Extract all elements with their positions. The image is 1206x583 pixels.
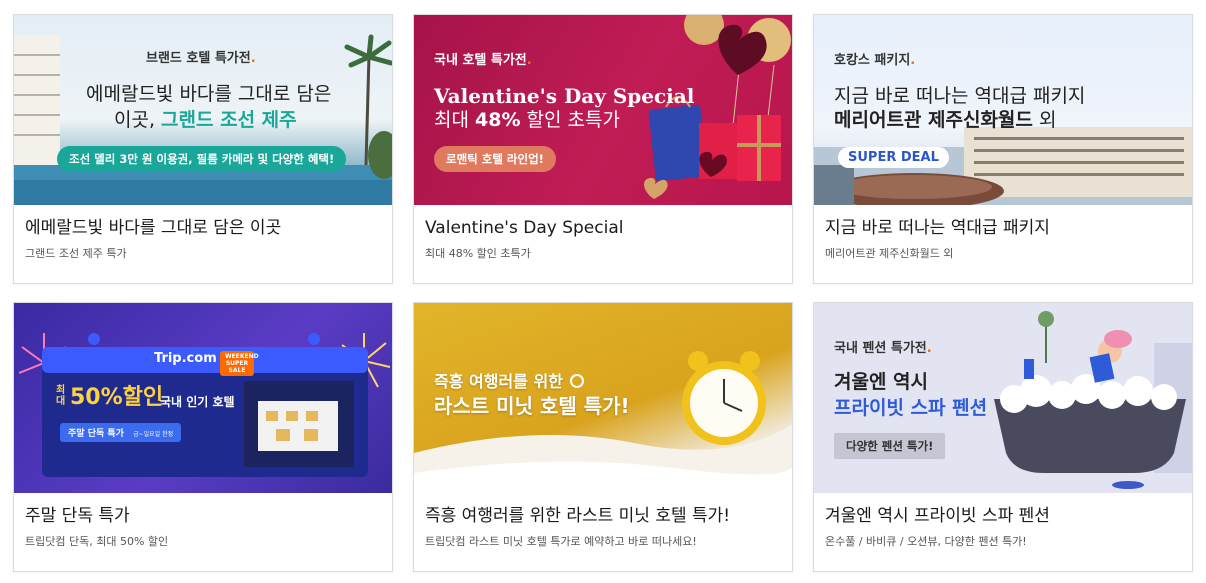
promo-grid: 브랜드 호텔 특가전. 에메랄드빛 바다를 그대로 담은 이곳, 그랜드 조선 … (13, 14, 1193, 574)
banner-pill: 다양한 펜션 특가! (834, 433, 946, 459)
promo-banner[interactable]: 즉흥 여행러를 위한 라스트 미닛 호텔 특가! (414, 303, 792, 493)
banner-headline: 즉흥 여행러를 위한 (434, 372, 563, 391)
banner-pill: 로맨틱 호텔 라인업! (434, 146, 556, 172)
card-title[interactable]: 겨울엔 역시 프라이빗 스파 펜션 (825, 505, 1181, 527)
promo-card-marriott[interactable]: 호캉스 패키지. 지금 바로 떠나는 역대급 패키지 메리어트관 제주신화월드 … (813, 14, 1193, 284)
super-deal-badge: SUPER DEAL (838, 147, 949, 168)
card-title[interactable]: 주말 단독 특가 (25, 505, 381, 527)
banner-pill: 조선 델리 3만 원 이용권, 필름 카메라 및 다양한 혜택! (57, 146, 347, 172)
card-subtitle: 그랜드 조선 제주 특가 (25, 247, 127, 260)
weekend-chip: 주말 단독 특가 (68, 429, 124, 439)
card-subtitle: 트립닷컴 단독, 최대 50% 할인 (25, 535, 169, 548)
promo-banner[interactable]: 호캉스 패키지. 지금 바로 떠나는 역대급 패키지 메리어트관 제주신화월드 … (814, 15, 1192, 205)
promo-card-valentine[interactable]: 국내 호텔 특가전. Valentine's Day Special 최대 48… (413, 14, 793, 284)
promo-card-spa-pension[interactable]: 국내 펜션 특가전. 겨울엔 역시 프라이빗 스파 펜션 다양한 펜션 특가! … (813, 302, 1193, 572)
banner-discount: 48% (475, 109, 521, 131)
max-label: 최대 (56, 385, 66, 407)
card-title[interactable]: 에메랄드빛 바다를 그대로 담은 이곳 (25, 217, 381, 239)
banner-headline-prefix: 이곳, (114, 109, 162, 131)
promo-card-grand-josun[interactable]: 브랜드 호텔 특가전. 에메랄드빛 바다를 그대로 담은 이곳, 그랜드 조선 … (13, 14, 393, 284)
banner-headline: 에메랄드빛 바다를 그대로 담은 (86, 83, 332, 105)
promo-card-last-minute[interactable]: 즉흥 여행러를 위한 라스트 미닛 호텔 특가! 즉흥 여행러를 위한 라스트 … (413, 302, 793, 572)
banner-headline: 겨울엔 역시 (834, 371, 929, 393)
banner-tagline: 국내 인기 호텔 (160, 395, 235, 409)
banner-headline-2: 프라이빗 스파 펜션 (834, 397, 988, 419)
banner-headline-2: 최대 48% 할인 초특가 (434, 109, 620, 131)
promo-banner[interactable]: 브랜드 호텔 특가전. 에메랄드빛 바다를 그대로 담은 이곳, 그랜드 조선 … (14, 15, 392, 205)
card-subtitle: 온수풀 / 바비큐 / 오션뷰, 다양한 펜션 특가! (825, 535, 1027, 548)
banner-headline-2: 라스트 미닛 호텔 특가! (434, 394, 630, 418)
promo-card-weekend-sale[interactable]: Trip.com WEEKEND SUPER SALE 최대 50%할인 국내 … (13, 302, 393, 572)
banner-eyebrow: 국내 호텔 특가전 (434, 53, 527, 68)
card-subtitle: 트립닷컴 라스트 미닛 호텔 특가로 예약하고 바로 떠나세요! (425, 535, 697, 548)
weekend-chip-small: 금~일요일 한정 (133, 431, 174, 438)
card-subtitle: 최대 48% 할인 초특가 (425, 247, 531, 260)
card-subtitle: 메리어트관 제주신화월드 외 (825, 247, 954, 260)
promo-banner[interactable]: Trip.com WEEKEND SUPER SALE 최대 50%할인 국내 … (14, 303, 392, 493)
banner-eyebrow: 브랜드 호텔 특가전 (146, 51, 251, 66)
banner-hotel-name: 메리어트관 제주신화월드 (834, 109, 1033, 131)
trip-brand: Trip.com (154, 351, 217, 366)
banner-headline: 지금 바로 떠나는 역대급 패키지 (834, 85, 1086, 107)
weekend-sale-tag: WEEKEND SUPER SALE (220, 351, 259, 376)
clock-icon (570, 374, 585, 388)
banner-headline-2: 이곳, 그랜드 조선 제주 (114, 107, 297, 133)
banner-headline: Valentine's Day Special (434, 84, 695, 108)
promo-banner[interactable]: 국내 펜션 특가전. 겨울엔 역시 프라이빗 스파 펜션 다양한 펜션 특가! (814, 303, 1192, 493)
card-title[interactable]: 지금 바로 떠나는 역대급 패키지 (825, 217, 1181, 239)
banner-eyebrow: 국내 펜션 특가전 (834, 341, 927, 356)
promo-banner[interactable]: 국내 호텔 특가전. Valentine's Day Special 최대 48… (414, 15, 792, 205)
banner-headline-2: 메리어트관 제주신화월드 외 (834, 109, 1057, 131)
card-title[interactable]: 즉흥 여행러를 위한 라스트 미닛 호텔 특가! (425, 505, 781, 527)
card-title[interactable]: Valentine's Day Special (425, 217, 781, 239)
banner-eyebrow: 호캉스 패키지 (834, 53, 911, 68)
discount-label: 50%할인 (70, 385, 164, 410)
banner-highlight: 그랜드 조선 제주 (161, 109, 297, 131)
